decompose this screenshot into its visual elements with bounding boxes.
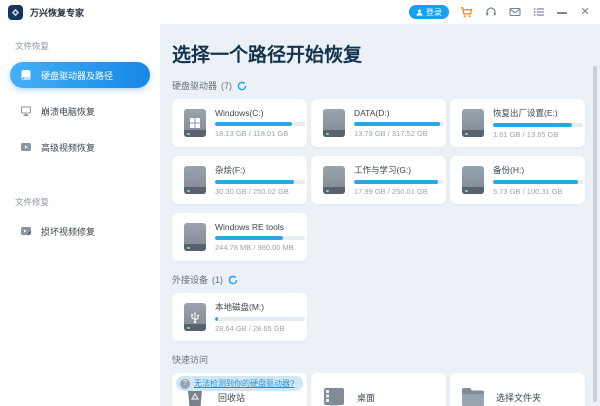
sidebar-item-label: 崩溃电脑恢复 [41,105,95,118]
external-grid: 本地磁盘(M:) 28.64 GB / 28.65 GB [172,293,587,341]
folder-icon [460,385,486,406]
drive-grid: Windows(C:) 18.13 GB / 118.01 GB DATA(D:… [172,99,587,261]
user-icon [416,9,423,16]
hard-drive-icon [184,166,206,194]
drive-name: 本地磁盘(M:) [215,301,305,313]
drive-size: 1.61 GB / 13.65 GB [493,130,583,139]
hard-drive-icon [323,166,345,194]
drive-size: 17.99 GB / 250.01 GB [354,187,444,196]
drive-card-h[interactable]: 备份(H:) 5.73 GB / 100.31 GB [450,156,585,204]
sidebar-item-label: 硬盘驱动器及路径 [41,69,113,82]
external-section-count: (1) [212,275,223,285]
hard-drive-icon [462,109,484,137]
refresh-icon[interactable] [236,80,247,91]
support-headset-icon[interactable] [484,6,497,19]
mail-icon[interactable] [508,6,521,19]
page-title: 选择一个路径开始恢复 [172,40,600,67]
sidebar: 文件恢复 硬盘驱动器及路径 崩溃电脑恢复 高级视频恢复 文件 [0,24,160,406]
desktop-icon [321,385,347,406]
app-title: 万兴恢复专家 [30,6,84,19]
usage-bar [354,122,444,126]
refresh-icon[interactable] [227,274,238,285]
usage-bar [493,180,583,184]
drive-size: 13.79 GB / 317.52 GB [354,129,444,138]
drive-name: Windows RE tools [215,222,305,232]
hard-drive-icon [19,69,32,82]
menu-list-icon[interactable] [532,6,545,19]
drive-section-label: 硬盘驱动器 [172,79,217,92]
app-logo-icon [8,5,23,20]
sidebar-item-label: 高级视频恢复 [41,141,95,154]
drive-card-d[interactable]: DATA(D:) 13.79 GB / 317.52 GB [311,99,446,147]
drive-name: Windows(C:) [215,108,305,118]
quick-access-label: 快速访问 [172,353,208,366]
sidebar-item-corrupted-video-repair[interactable]: 损坏视频修复 [10,218,150,244]
usage-bar [493,123,583,127]
login-label: 登录 [426,7,442,18]
app-window: 万兴恢复专家 登录 ✕ 文件恢复 [0,0,600,406]
drive-name: 杂烩(F:) [215,164,305,176]
drive-section-header: 硬盘驱动器 (7) [172,79,600,92]
sidebar-section-file-repair: 文件修复 [15,196,160,208]
drive-size: 18.13 GB / 118.01 GB [215,129,305,138]
drive-name: 恢复出厂设置(E:) [493,107,583,119]
usage-bar [215,236,305,240]
sidebar-section-file-recovery: 文件恢复 [15,40,160,52]
drive-size: 5.73 GB / 100.31 GB [493,187,583,196]
drive-section-count: (7) [221,81,232,91]
question-mark-icon: ? [180,379,190,389]
sidebar-item-crashed-computer[interactable]: 崩溃电脑恢复 [10,98,150,124]
drive-not-detected-tooltip: ? 无法检测到你的硬盘驱动器? [176,376,303,391]
usage-bar [354,180,444,184]
sidebar-item-label: 损坏视频修复 [41,225,95,238]
drive-size: 28.64 GB / 28.65 GB [215,324,305,333]
drive-size: 30.30 GB / 250.02 GB [215,187,305,196]
drive-card-e[interactable]: 恢复出厂设置(E:) 1.61 GB / 13.65 GB [450,99,585,147]
sidebar-item-drives-and-paths[interactable]: 硬盘驱动器及路径 [10,62,150,88]
quick-access-label: 选择文件夹 [496,391,541,404]
titlebar: 万兴恢复专家 登录 ✕ [0,0,600,24]
quick-access-section-header: 快速访问 [172,353,600,366]
cart-icon[interactable] [460,6,473,19]
drive-name: 备份(H:) [493,164,583,176]
drive-not-detected-link[interactable]: 无法检测到你的硬盘驱动器? [194,378,294,389]
drive-name: DATA(D:) [354,108,444,118]
video-repair-icon [19,225,32,238]
quick-access-label: 回收站 [218,391,245,404]
usage-bar [215,122,305,126]
computer-monitor-icon [19,105,32,118]
video-file-icon [19,141,32,154]
external-section-label: 外接设备 [172,273,208,286]
drive-card-g[interactable]: 工作与学习(G:) 17.99 GB / 250.01 GB [311,156,446,204]
main-panel: 选择一个路径开始恢复 硬盘驱动器 (7) Windows(C:) [160,24,600,406]
windows-drive-icon [184,109,206,137]
sidebar-item-advanced-video[interactable]: 高级视频恢复 [10,134,150,160]
quick-access-desktop[interactable]: 桌面 [311,373,446,406]
hard-drive-icon [462,166,484,194]
drive-card-f[interactable]: 杂烩(F:) 30.30 GB / 250.02 GB [172,156,307,204]
hard-drive-icon [323,109,345,137]
close-button[interactable]: ✕ [579,6,591,18]
titlebar-actions: 登录 ✕ [409,5,600,19]
minimize-button[interactable] [556,6,568,18]
external-section-header: 外接设备 (1) [172,273,600,286]
hard-drive-icon [184,223,206,251]
drive-name: 工作与学习(G:) [354,164,444,176]
quick-access-label: 桌面 [357,391,375,404]
login-button[interactable]: 登录 [409,5,449,19]
quick-access-select-folder[interactable]: 选择文件夹 [450,373,585,406]
usage-bar [215,180,305,184]
usage-bar [215,317,305,321]
drive-size: 244.78 MB / 980.00 MB [215,243,305,252]
vertical-scrollbar[interactable] [593,66,597,402]
drive-card-c[interactable]: Windows(C:) 18.13 GB / 118.01 GB [172,99,307,147]
usb-drive-icon [184,303,206,331]
drive-card-m[interactable]: 本地磁盘(M:) 28.64 GB / 28.65 GB [172,293,307,341]
drive-card-re-tools[interactable]: Windows RE tools 244.78 MB / 980.00 MB [172,213,307,261]
